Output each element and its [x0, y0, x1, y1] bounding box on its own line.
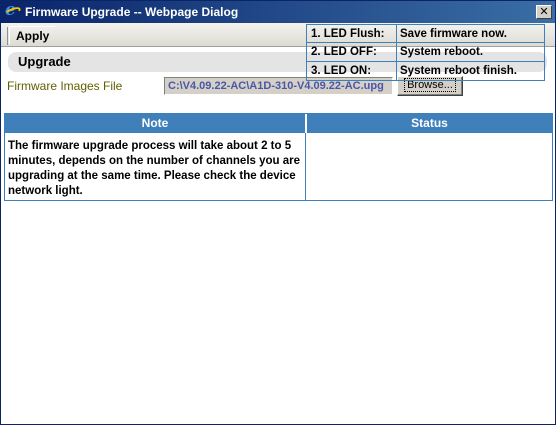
status-row: 1. LED Flush: Save firmware now. — [306, 24, 545, 43]
firmware-images-label: Firmware Images File — [7, 79, 123, 93]
note-text: The firmware upgrade process will take a… — [5, 133, 306, 200]
status-row: 2. LED OFF: System reboot. — [306, 43, 545, 62]
close-icon[interactable]: ✕ — [536, 5, 552, 19]
status-row: 3. LED ON: System reboot finish. — [306, 62, 545, 81]
led-meaning: System reboot finish. — [400, 65, 517, 77]
led-meaning: Save firmware now. — [400, 28, 507, 40]
dialog-window: e Firmware Upgrade -- Webpage Dialog ✕ A… — [0, 0, 556, 425]
window-title: Firmware Upgrade -- Webpage Dialog — [25, 5, 239, 19]
led-state: 3. LED ON: — [307, 62, 397, 80]
status-header: Status — [307, 114, 552, 133]
led-meaning: System reboot. — [400, 46, 484, 58]
led-state: 1. LED Flush: — [307, 25, 397, 42]
note-status-table: Note Status The firmware upgrade process… — [4, 113, 553, 201]
led-state: 2. LED OFF: — [307, 43, 397, 61]
ie-icon: e — [4, 2, 22, 20]
apply-button[interactable]: Apply — [6, 26, 56, 45]
title-bar[interactable]: e Firmware Upgrade -- Webpage Dialog ✕ — [1, 1, 555, 23]
note-header: Note — [5, 114, 306, 133]
status-table: 1. LED Flush: Save firmware now. 2. LED … — [306, 24, 545, 81]
